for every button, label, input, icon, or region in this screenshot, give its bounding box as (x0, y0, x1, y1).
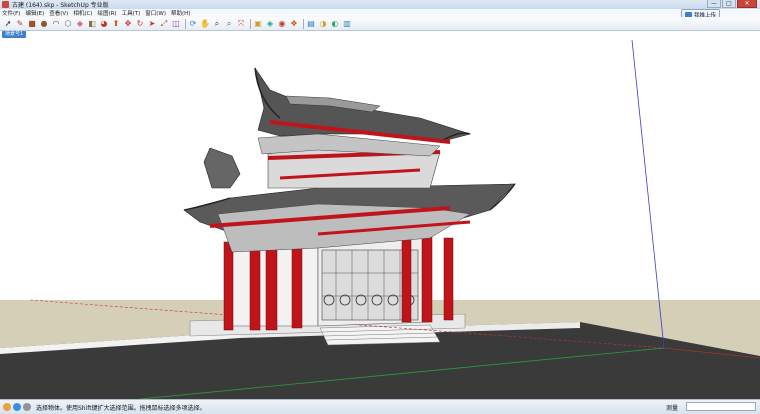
menu-bar: 文件(F) 编辑(E) 查看(V) 相机(C) 绘图(R) 工具(T) 窗口(W) 帮助(H) (0, 9, 760, 17)
measure-input[interactable] (686, 402, 756, 411)
main-toolbar: ➚ ✎ ■ ● ◠ ⬡ ◆ ◧ ◕ ⬆ ✥ ↻ ➤ ⤢ ◫ ⟳ ✋ ⌕ ⌕ ⤧ ▣ ◈ ◉ ❖ ▤ ◑ ◐ ▥ (0, 17, 760, 31)
sketchup-app-icon (2, 1, 9, 8)
toolbar-separator (303, 18, 304, 29)
zoom-extents-tool-icon[interactable]: ⤧ (236, 19, 246, 29)
scene-tab[interactable]: 场景号1 (2, 31, 27, 38)
maximize-button[interactable]: □ (722, 0, 736, 8)
push-pull-tool-icon[interactable]: ⬆ (111, 19, 121, 29)
menu-item-7[interactable]: 帮助(H) (171, 9, 190, 17)
toolbar-separator (185, 18, 186, 29)
credits-icon[interactable] (23, 403, 31, 411)
menu-item-5[interactable]: 工具(T) (122, 9, 141, 17)
styles-icon[interactable]: ◐ (330, 19, 340, 29)
toolbar-separator (250, 18, 251, 29)
close-button[interactable]: ✕ (737, 0, 757, 8)
rectangle-tool-icon[interactable]: ■ (27, 19, 37, 29)
move-tool-icon[interactable]: ✥ (123, 19, 133, 29)
menu-item-3[interactable]: 相机(C) (73, 9, 92, 17)
zoom-tool-icon[interactable]: ⌕ (212, 19, 222, 29)
components-icon[interactable]: ❖ (289, 19, 299, 29)
info-icon[interactable] (3, 403, 11, 411)
menu-item-4[interactable]: 绘图(R) (97, 9, 116, 17)
minimize-button[interactable]: — (707, 0, 721, 8)
eraser-tool-icon[interactable]: ◆ (75, 19, 85, 29)
select-tool-icon[interactable]: ➚ (3, 19, 13, 29)
viewport-canvas[interactable] (0, 38, 760, 399)
menu-item-2[interactable]: 查看(V) (49, 9, 68, 17)
pencil-tool-icon[interactable]: ✎ (15, 19, 25, 29)
stairs (319, 324, 441, 346)
get-models-icon[interactable]: ◈ (265, 19, 275, 29)
menu-item-1[interactable]: 编辑(E) (25, 9, 44, 17)
paint-bucket-tool-icon[interactable]: ◕ (99, 19, 109, 29)
window-controls: — □ ✕ (707, 0, 757, 9)
side-roof (203, 147, 241, 189)
model-viewport[interactable] (0, 38, 760, 399)
title-bar: 古建 (164).skp - SketchUp 专业版 — □ ✕ (0, 0, 760, 9)
status-hint: 选择物体。使用Shift键扩大选择范围。拖拽鼠标选择多项选择。 (36, 404, 206, 412)
geo-location-icon[interactable] (13, 403, 21, 411)
scale-tool-icon[interactable]: ⤢ (159, 19, 169, 29)
window-title: 古建 (164).skp - SketchUp 专业版 (12, 2, 109, 9)
polygon-tool-icon[interactable]: ⬡ (63, 19, 73, 29)
follow-me-tool-icon[interactable]: ➤ (147, 19, 157, 29)
extension-warehouse-icon[interactable]: ▤ (306, 19, 316, 29)
warehouse-icon[interactable]: ▣ (253, 19, 263, 29)
tape-measure-tool-icon[interactable]: ◧ (87, 19, 97, 29)
layout-send-icon[interactable]: ◑ (318, 19, 328, 29)
zoom-window-tool-icon[interactable]: ⌕ (224, 19, 234, 29)
offset-tool-icon[interactable]: ◫ (171, 19, 181, 29)
menu-item-6[interactable]: 窗口(W) (145, 9, 166, 17)
arc-tool-icon[interactable]: ◠ (51, 19, 61, 29)
orbit-tool-icon[interactable]: ⟳ (188, 19, 198, 29)
share-model-icon[interactable]: ◉ (277, 19, 287, 29)
circle-tool-icon[interactable]: ● (39, 19, 49, 29)
status-bar: 选择物体。使用Shift键扩大选择范围。拖拽鼠标选择多项选择。 测量 (0, 399, 760, 414)
menu-item-0[interactable]: 文件(F) (2, 9, 20, 17)
measure-label: 测量 (666, 405, 679, 412)
rotate-tool-icon[interactable]: ↻ (135, 19, 145, 29)
pan-tool-icon[interactable]: ✋ (200, 19, 210, 29)
scenes-icon[interactable]: ▥ (342, 19, 352, 29)
